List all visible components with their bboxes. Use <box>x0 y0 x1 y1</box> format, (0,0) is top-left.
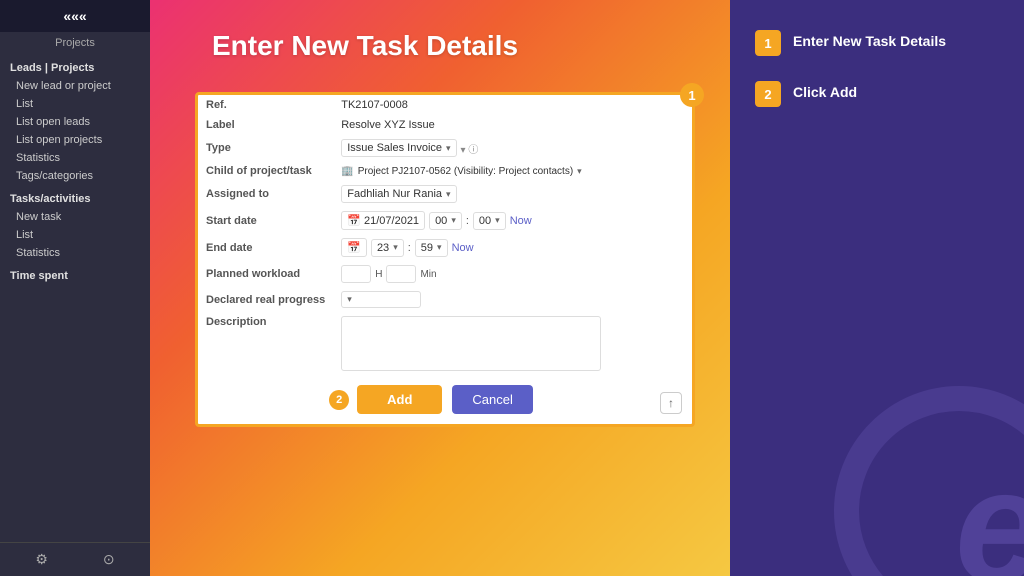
start-min-chevron: ▾ <box>495 215 500 226</box>
sidebar-section-time: Time spent <box>0 262 150 285</box>
help-icon[interactable]: ⊙ <box>103 551 115 568</box>
start-date-value: 21/07/2021 <box>364 215 419 227</box>
add-btn-wrapper: 2 Add <box>357 385 442 414</box>
sidebar-item-new-task[interactable]: New task <box>0 208 150 226</box>
sidebar-item-new-lead[interactable]: New lead or project <box>0 77 150 95</box>
form-fields-table: Ref. TK2107-0008 Label Resolve XYZ Issue… <box>198 95 692 375</box>
progress-select[interactable]: ▾ <box>341 291 421 308</box>
workload-h-label: H <box>375 269 382 280</box>
form-step-badge: 1 <box>680 83 704 107</box>
end-min-chevron: ▾ <box>437 242 442 253</box>
start-date-label: Start date <box>198 207 333 234</box>
type-extra-icon: ▾ ⓘ <box>461 141 479 156</box>
add-button[interactable]: Add <box>357 385 442 414</box>
sidebar-item-task-list[interactable]: List <box>0 226 150 244</box>
end-date-input[interactable]: 📅 <box>341 238 367 257</box>
child-value: Project PJ2107-0562 (Visibility: Project… <box>358 166 573 177</box>
start-hour-select[interactable]: 00 ▾ <box>429 212 462 230</box>
step1-container: 1 Enter New Task Details <box>755 30 999 56</box>
start-now-btn[interactable]: Now <box>510 215 532 227</box>
type-chevron: ▾ <box>446 143 451 154</box>
step1-text: Enter New Task Details <box>793 30 946 49</box>
assigned-row: Assigned to Fadhliah Nur Rania ▾ <box>198 181 692 207</box>
start-date-row: Start date 📅 21/07/2021 00 ▾ : 0 <box>198 207 692 234</box>
workload-min-label: Min <box>420 269 436 280</box>
end-hour-chevron: ▾ <box>393 242 398 253</box>
page-title: Enter New Task Details <box>212 30 518 62</box>
label-row: Label Resolve XYZ Issue <box>198 115 692 135</box>
end-time-separator: : <box>408 242 411 254</box>
workload-row: Planned workload H Min <box>198 261 692 287</box>
sidebar-item-tags[interactable]: Tags/categories <box>0 167 150 185</box>
ref-value: TK2107-0008 <box>341 99 408 111</box>
step2-container: 2 Click Add <box>755 81 999 107</box>
form-actions: 2 Add Cancel ↑ <box>198 375 692 424</box>
assigned-label: Assigned to <box>198 181 333 207</box>
description-label: Description <box>198 312 333 375</box>
right-panel: 1 Enter New Task Details 2 Click Add e <box>730 0 1024 576</box>
assigned-value: Fadhliah Nur Rania <box>347 188 442 200</box>
child-chevron: ▾ <box>577 166 582 177</box>
progress-row: Declared real progress ▾ <box>198 287 692 312</box>
time-separator: : <box>466 215 469 227</box>
sidebar-collapse-btn[interactable]: ««« <box>0 0 150 32</box>
end-calendar-icon: 📅 <box>347 242 361 254</box>
sidebar-item-list[interactable]: List <box>0 95 150 113</box>
progress-chevron: ▾ <box>347 294 352 305</box>
cancel-button[interactable]: Cancel <box>452 385 532 414</box>
description-textarea[interactable] <box>341 316 601 371</box>
start-date-input[interactable]: 📅 21/07/2021 <box>341 211 425 230</box>
end-date-row: End date 📅 23 ▾ : 59 ▾ <box>198 234 692 261</box>
type-select[interactable]: Issue Sales Invoice ▾ <box>341 139 456 157</box>
description-row: Description <box>198 312 692 375</box>
step2-text: Click Add <box>793 81 857 100</box>
start-min-select[interactable]: 00 ▾ <box>473 212 506 230</box>
workload-h-input[interactable] <box>341 265 371 283</box>
sidebar: ««« Projects Leads | Projects New lead o… <box>0 0 150 576</box>
child-row: Child of project/task 🏢 Project PJ2107-0… <box>198 161 692 181</box>
sidebar-item-list-open-leads[interactable]: List open leads <box>0 113 150 131</box>
type-label: Type <box>198 135 333 161</box>
type-row: Type Issue Sales Invoice ▾ ▾ ⓘ <box>198 135 692 161</box>
main-area: Enter New Task Details ««« Projects Lead… <box>0 0 730 576</box>
end-now-btn[interactable]: Now <box>452 242 474 254</box>
start-min-value: 00 <box>479 215 491 227</box>
start-hour-value: 00 <box>435 215 447 227</box>
start-hour-chevron: ▾ <box>451 215 456 226</box>
end-min-value: 59 <box>421 242 433 254</box>
assigned-select[interactable]: Fadhliah Nur Rania ▾ <box>341 185 456 203</box>
progress-label: Declared real progress <box>198 287 333 312</box>
step1-badge: 1 <box>755 30 781 56</box>
sidebar-section-tasks: Tasks/activities <box>0 185 150 208</box>
task-form: 1 Ref. TK2107-0008 Label Resolve XYZ Iss… <box>195 92 695 427</box>
child-label: Child of project/task <box>198 161 333 181</box>
sidebar-item-task-stats[interactable]: Statistics <box>0 244 150 262</box>
watermark-e-icon: e <box>955 446 1024 576</box>
step2-badge: 2 <box>755 81 781 107</box>
sidebar-item-statistics[interactable]: Statistics <box>0 149 150 167</box>
ref-label: Ref. <box>198 95 333 115</box>
project-icon: 🏢 <box>341 166 353 177</box>
sidebar-item-list-open-projects[interactable]: List open projects <box>0 131 150 149</box>
ref-row: Ref. TK2107-0008 <box>198 95 692 115</box>
sidebar-section-leads: Leads | Projects <box>0 54 150 77</box>
type-value: Issue Sales Invoice <box>347 142 442 154</box>
sidebar-projects-label: Projects <box>0 32 150 54</box>
assigned-chevron: ▾ <box>446 189 451 200</box>
end-min-select[interactable]: 59 ▾ <box>415 239 448 257</box>
end-hour-value: 23 <box>377 242 389 254</box>
label-value: Resolve XYZ Issue <box>341 119 435 131</box>
workload-min-input[interactable] <box>386 265 416 283</box>
sidebar-bottom-icons: ⚙ ⊙ <box>0 542 150 576</box>
settings-icon[interactable]: ⚙ <box>35 551 48 568</box>
end-date-label: End date <box>198 234 333 261</box>
calendar-icon: 📅 <box>347 215 361 227</box>
workload-label: Planned workload <box>198 261 333 287</box>
scroll-up-button[interactable]: ↑ <box>660 392 682 414</box>
end-hour-select[interactable]: 23 ▾ <box>371 239 404 257</box>
label-label: Label <box>198 115 333 135</box>
add-step-badge: 2 <box>329 390 349 410</box>
